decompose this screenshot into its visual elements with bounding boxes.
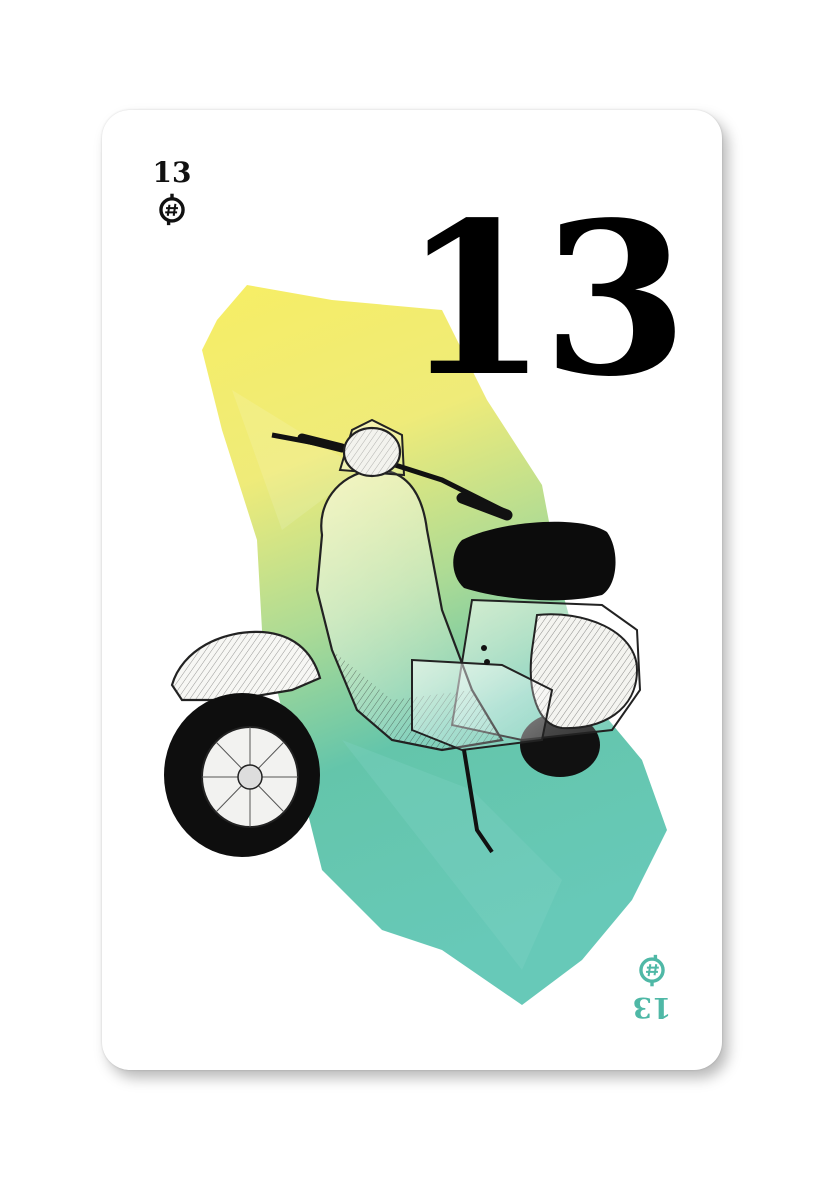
corner-index-top-left: 13 — [150, 158, 194, 226]
playing-card[interactable]: 13 13 13 — [102, 110, 722, 1070]
card-rank-large: 13 — [402, 176, 688, 423]
h-circle-icon — [159, 193, 185, 226]
corner-rank-top: 13 — [152, 156, 192, 189]
